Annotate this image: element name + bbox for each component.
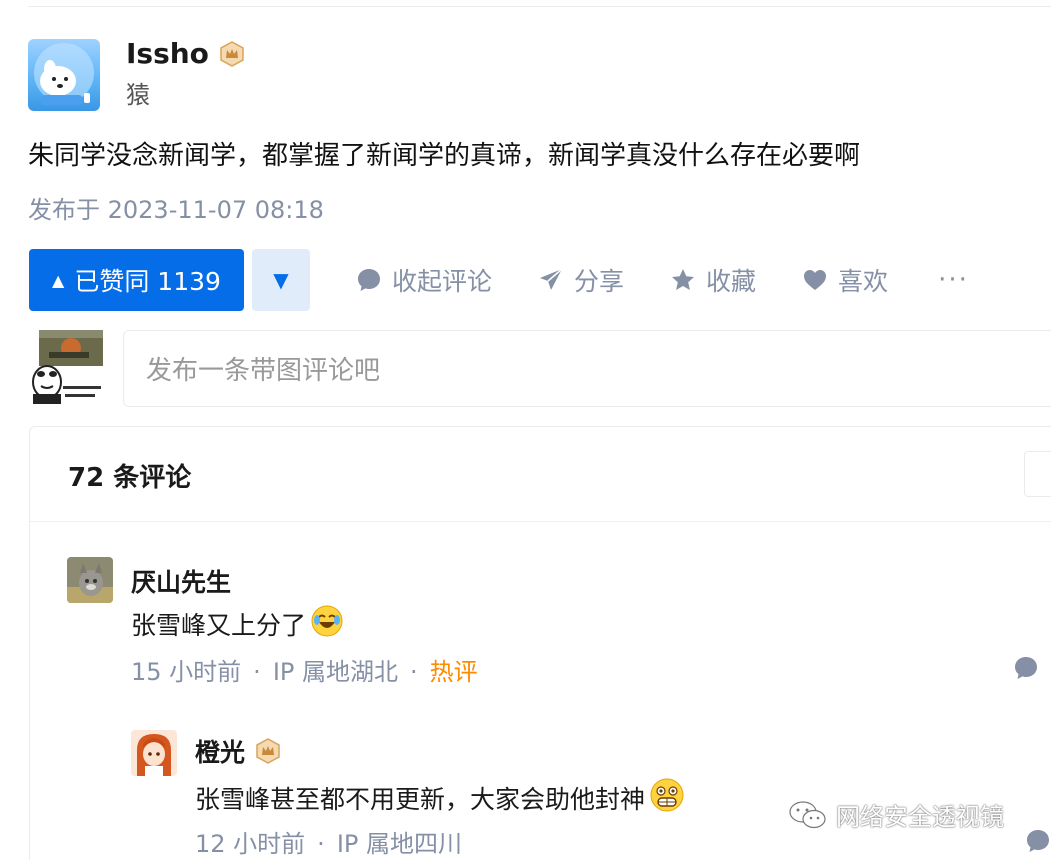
crown-badge-icon [255,738,281,764]
paper-plane-icon [540,268,563,290]
author-headline: 猿 [126,81,150,109]
collapse-comments-button[interactable]: 收起评论 [356,262,492,298]
star-icon [672,269,695,290]
upvote-arrow-icon: ▲ [52,270,65,290]
author-avatar[interactable] [28,39,100,111]
action-bar: ▲ 已赞同 1139 ▼ 收起评论 分享 收藏 喜欢 ··· [29,249,969,311]
comments-header: 72 条评论 [30,427,1051,522]
comments-count: 72 条评论 [68,463,192,493]
top-divider [28,6,1051,7]
laugh-cry-emoji-icon [310,604,344,644]
grin-emoji-icon [649,777,685,819]
comment-meta: 15 小时前 · IP 属地湖北 · 热评 [131,658,478,686]
comment-ip: IP 属地湖北 [272,658,398,686]
post-content: 朱同学没念新闻学，都掌握了新闻学的真谛，新闻学真没什么存在必要啊 [28,141,861,171]
hot-comment-badge: 热评 [429,658,478,686]
comment-input[interactable]: 发布一条带图评论吧 [123,330,1051,407]
comment-ip: IP 属地四川 [336,830,462,858]
commenter-name[interactable]: 厌山先生 [131,563,231,599]
comment-text: 张雪峰又上分了 [131,604,344,644]
downvote-button[interactable]: ▼ [252,249,310,311]
commenter-name[interactable]: 橙光 [195,733,281,769]
reply-bubble-icon [1027,830,1049,852]
commenter-avatar[interactable] [131,730,177,776]
post-author: Issho 猿 [28,39,245,111]
upvote-label: 已赞同 1139 [74,267,221,296]
reply-button[interactable] [1013,655,1039,685]
like-button[interactable]: 喜欢 [802,262,888,298]
collect-button[interactable]: 收藏 [670,262,756,298]
more-options-button[interactable]: ··· [938,265,969,295]
reply-button[interactable] [1025,828,1051,858]
current-user-avatar[interactable] [29,330,103,404]
heart-icon [804,270,827,290]
comment-text: 张雪峰甚至都不用更新，大家会助他封神 [195,777,685,819]
watermark: 网络安全透视镜 [788,797,1004,832]
comment-composer: 发布一条带图评论吧 [29,330,1051,408]
commenter-avatar[interactable] [67,557,113,603]
upvote-button[interactable]: ▲ 已赞同 1139 [29,249,244,311]
comment-meta: 12 小时前 · IP 属地四川 [195,830,462,858]
reply-bubble-icon [1015,657,1037,679]
share-button[interactable]: 分享 [538,262,624,298]
post-publish-time: 发布于 2023-11-07 08:18 [28,196,324,224]
comment-sort-toggle[interactable] [1024,451,1051,497]
wechat-icon [789,800,826,828]
crown-badge-icon [219,41,245,67]
comment-bubble-icon [358,269,380,291]
comment-time: 12 小时前 [195,830,306,858]
downvote-arrow-icon: ▼ [273,268,289,292]
comment-time: 15 小时前 [131,658,242,686]
author-name[interactable]: Issho [126,39,245,69]
